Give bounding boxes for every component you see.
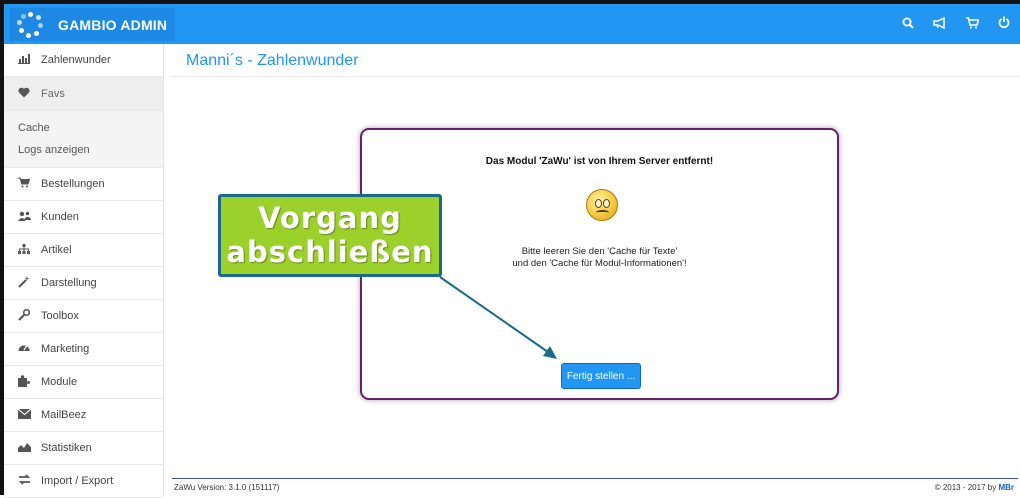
dashboard-icon <box>17 342 31 356</box>
footer-version: ZaWu Version: 3.1.0 (151117) <box>174 483 280 492</box>
heart-icon <box>17 87 31 101</box>
sitemap-icon <box>17 243 31 257</box>
power-icon[interactable] <box>988 16 1020 33</box>
sidebar-item-zahlenwunder[interactable]: Zahlenwunder <box>4 44 163 77</box>
magic-wand-icon <box>17 275 31 291</box>
gambio-logo-icon <box>16 11 44 39</box>
logo[interactable]: GAMBIO ADMIN <box>10 8 175 41</box>
sidebar-item-artikel[interactable]: Artikel <box>4 234 163 267</box>
author-link[interactable]: MBr <box>998 483 1014 492</box>
sidebar-item-import-export[interactable]: Import / Export <box>4 465 163 498</box>
sidebar-item-label: Toolbox <box>41 310 79 322</box>
sidebar-item-mailbeez[interactable]: MailBeez <box>4 399 163 432</box>
submenu-item-logs[interactable]: Logs anzeigen <box>18 139 163 161</box>
app-title: GAMBIO ADMIN <box>58 16 168 33</box>
sidebar-item-label: MailBeez <box>41 409 87 421</box>
sidebar-item-label: Artikel <box>41 244 72 256</box>
title-divider <box>170 76 1020 77</box>
sidebar-item-statistiken[interactable]: Statistiken <box>4 432 163 465</box>
users-icon <box>17 210 31 224</box>
top-bar: GAMBIO ADMIN <box>4 4 1020 44</box>
sidebar-item-kunden[interactable]: Kunden <box>4 201 163 234</box>
sidebar-item-label: Statistiken <box>41 442 92 454</box>
sad-smiley-icon <box>586 189 618 221</box>
cart-icon <box>17 177 31 191</box>
footer-copyright: © 2013 - 2017 by MBr <box>935 483 1014 492</box>
sidebar-item-label: Module <box>41 376 78 388</box>
submenu-item-cache[interactable]: Cache <box>18 117 163 139</box>
area-chart-icon <box>17 441 31 455</box>
wrench-icon <box>17 308 31 324</box>
sidebar-item-label: Kunden <box>41 211 79 223</box>
sidebar-item-favs[interactable]: Favs <box>4 77 163 111</box>
callout-line1: Vorgang <box>258 201 402 235</box>
sidebar-item-toolbox[interactable]: Toolbox <box>4 300 163 333</box>
sidebar-item-label: Marketing <box>41 343 90 355</box>
sidebar-item-module[interactable]: Module <box>4 366 163 399</box>
sidebar-item-bestellungen[interactable]: Bestellungen <box>4 168 163 201</box>
sidebar-item-label: Darstellung <box>41 277 97 289</box>
sidebar-item-label: Bestellungen <box>41 178 105 190</box>
favs-submenu: Cache Logs anzeigen <box>4 111 163 168</box>
sidebar-item-marketing[interactable]: Marketing <box>4 333 163 366</box>
sidebar-item-label: Favs <box>41 87 65 100</box>
search-icon[interactable] <box>892 16 924 33</box>
finish-button[interactable]: Fertig stellen ... <box>561 363 641 389</box>
sidebar-item-darstellung[interactable]: Darstellung <box>4 267 163 300</box>
puzzle-icon <box>17 374 31 390</box>
envelope-icon <box>17 408 31 422</box>
callout-line2: abschließen <box>226 235 434 269</box>
sidebar: Zahlenwunder Favs Cache Logs anzeigen Be… <box>4 44 164 498</box>
chart-icon <box>17 53 31 67</box>
sidebar-item-label: Import / Export <box>41 475 114 487</box>
megaphone-icon[interactable] <box>924 16 956 33</box>
dialog-heading: Das Modul 'ZaWu' ist von Ihrem Server en… <box>485 156 714 167</box>
callout-box: Vorgang abschließen <box>218 194 442 277</box>
cart-icon[interactable] <box>956 16 988 33</box>
exchange-icon <box>17 474 31 488</box>
page-title: Manni´s - Zahlenwunder <box>186 52 359 69</box>
sidebar-item-label: Zahlenwunder <box>41 54 111 66</box>
footer-divider <box>172 478 1018 479</box>
top-icons <box>892 4 1020 44</box>
copyright-text: © 2013 - 2017 by <box>934 483 997 492</box>
